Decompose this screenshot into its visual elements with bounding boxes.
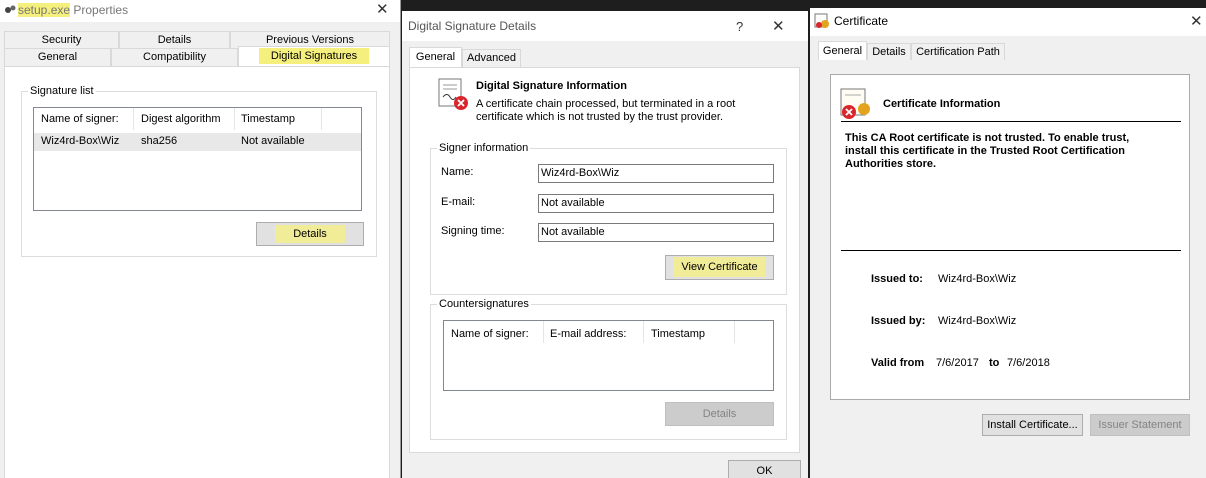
signature-details-window: Digital Signature Details ? ✕ General Ad…	[402, 11, 808, 478]
close-icon[interactable]: ✕	[772, 17, 785, 35]
install-certificate-button[interactable]: Install Certificate...	[982, 414, 1083, 436]
valid-to-value: 7/6/2018	[1007, 357, 1050, 369]
tab-advanced[interactable]: Advanced	[462, 49, 521, 68]
heading-divider	[841, 121, 1181, 122]
certificate-panel: Certificate Information This CA Root cer…	[818, 60, 1202, 402]
tab-details[interactable]: Details	[119, 31, 230, 48]
tab-general[interactable]: General	[818, 41, 867, 61]
issued-to-label: Issued to:	[871, 273, 923, 285]
close-icon[interactable]: ✕	[1190, 12, 1203, 30]
signer-information-label: Signer information	[437, 141, 531, 155]
issuer-statement-button[interactable]: Issuer Statement	[1090, 414, 1190, 436]
signing-time-label: Signing time:	[441, 225, 505, 237]
signature-info-heading: Digital Signature Information	[476, 80, 627, 92]
signature-list[interactable]: Name of signer: Digest algorithm Timesta…	[33, 107, 362, 211]
name-field[interactable]: Wiz4rd-Box\Wiz	[538, 164, 774, 183]
certificate-info-heading: Certificate Information	[883, 98, 1001, 110]
view-certificate-button[interactable]: View Certificate	[665, 255, 774, 280]
sig-details-title: Digital Signature Details	[408, 19, 537, 33]
signature-list-label: Signature list	[28, 84, 96, 98]
certificate-error-icon	[437, 77, 471, 113]
properties-title: setup.exe Properties	[18, 2, 128, 18]
tab-general[interactable]: General	[4, 48, 111, 66]
certificate-title: Certificate	[834, 14, 889, 28]
col-header-timestamp[interactable]: Timestamp	[651, 328, 705, 340]
col-header-digest[interactable]: Digest algorithm	[141, 113, 220, 125]
valid-from-value: 7/6/2017	[936, 357, 979, 369]
cell-signer: Wiz4rd-Box\Wiz	[41, 135, 120, 147]
list-header: Name of signer: Digest algorithm Timesta…	[34, 108, 361, 130]
tab-security[interactable]: Security	[4, 31, 119, 48]
valid-from-label: Valid from	[871, 357, 925, 369]
col-header-timestamp[interactable]: Timestamp	[241, 113, 295, 125]
issued-by-label: Issued by:	[871, 315, 926, 327]
cell-timestamp: Not available	[241, 135, 305, 147]
details-divider	[841, 250, 1181, 251]
col-header-email[interactable]: E-mail address:	[550, 328, 626, 340]
title-filename: setup.exe	[18, 3, 71, 17]
email-label: E-mail:	[441, 196, 476, 208]
cell-digest: sha256	[141, 135, 178, 147]
signature-info-text-2: certificate which is not trusted by the …	[476, 111, 724, 123]
signature-info-text-1: A certificate chain processed, but termi…	[476, 98, 736, 110]
issued-by-value: Wiz4rd-Box\Wiz	[938, 315, 1017, 327]
certificate-title-icon	[814, 13, 830, 29]
help-icon[interactable]: ?	[736, 19, 743, 34]
tab-general[interactable]: General	[409, 47, 462, 68]
countersignatures-group: Countersignatures Name of signer: E-mail…	[430, 297, 787, 440]
view-certificate-label: View Certificate	[673, 257, 766, 277]
certificate-error-icon	[839, 87, 873, 121]
close-icon[interactable]: ✕	[376, 0, 389, 18]
app-icon	[4, 4, 16, 16]
details-button-label: Details	[275, 225, 345, 243]
email-field[interactable]: Not available	[538, 194, 774, 213]
details-button[interactable]: Details	[256, 222, 364, 246]
trust-warning-2: install this certificate in the Trusted …	[845, 145, 1125, 157]
sig-details-panel: Digital Signature Information A certific…	[409, 67, 800, 453]
countersignature-details-button[interactable]: Details	[665, 402, 774, 426]
properties-window: setup.exe Properties ✕ Security Details …	[0, 0, 401, 478]
countersignatures-label: Countersignatures	[437, 297, 531, 311]
trust-warning-3: Authorities store.	[845, 158, 937, 170]
ok-button[interactable]: OK	[728, 460, 801, 478]
countersignature-list[interactable]: Name of signer: E-mail address: Timestam…	[443, 320, 774, 391]
properties-panel: Signature list Name of signer: Digest al…	[4, 66, 390, 478]
certificate-info-box: Certificate Information This CA Root cer…	[830, 74, 1190, 400]
tab-certification-path[interactable]: Certification Path	[911, 43, 1005, 61]
signing-time-field[interactable]: Not available	[538, 223, 774, 242]
valid-to-label: to	[989, 357, 1000, 369]
col-header-signer[interactable]: Name of signer:	[451, 328, 529, 340]
col-header-signer[interactable]: Name of signer:	[41, 113, 119, 125]
tab-digital-signatures[interactable]: Digital Signatures	[238, 46, 390, 67]
title-suffix: Properties	[70, 3, 129, 17]
certificate-window: Certificate ✕ General Details Certificat…	[810, 8, 1206, 478]
table-row[interactable]: Wiz4rd-Box\Wiz sha256 Not available	[34, 133, 361, 151]
issued-to-value: Wiz4rd-Box\Wiz	[938, 273, 1017, 285]
signer-information-group: Signer information Name: Wiz4rd-Box\Wiz …	[430, 141, 787, 295]
tab-details[interactable]: Details	[867, 43, 911, 61]
tab-compatibility[interactable]: Compatibility	[111, 48, 238, 66]
tab-digital-signatures-label: Digital Signatures	[258, 48, 370, 64]
trust-warning-1: This CA Root certificate is not trusted.…	[845, 132, 1130, 144]
name-label: Name:	[441, 166, 474, 178]
